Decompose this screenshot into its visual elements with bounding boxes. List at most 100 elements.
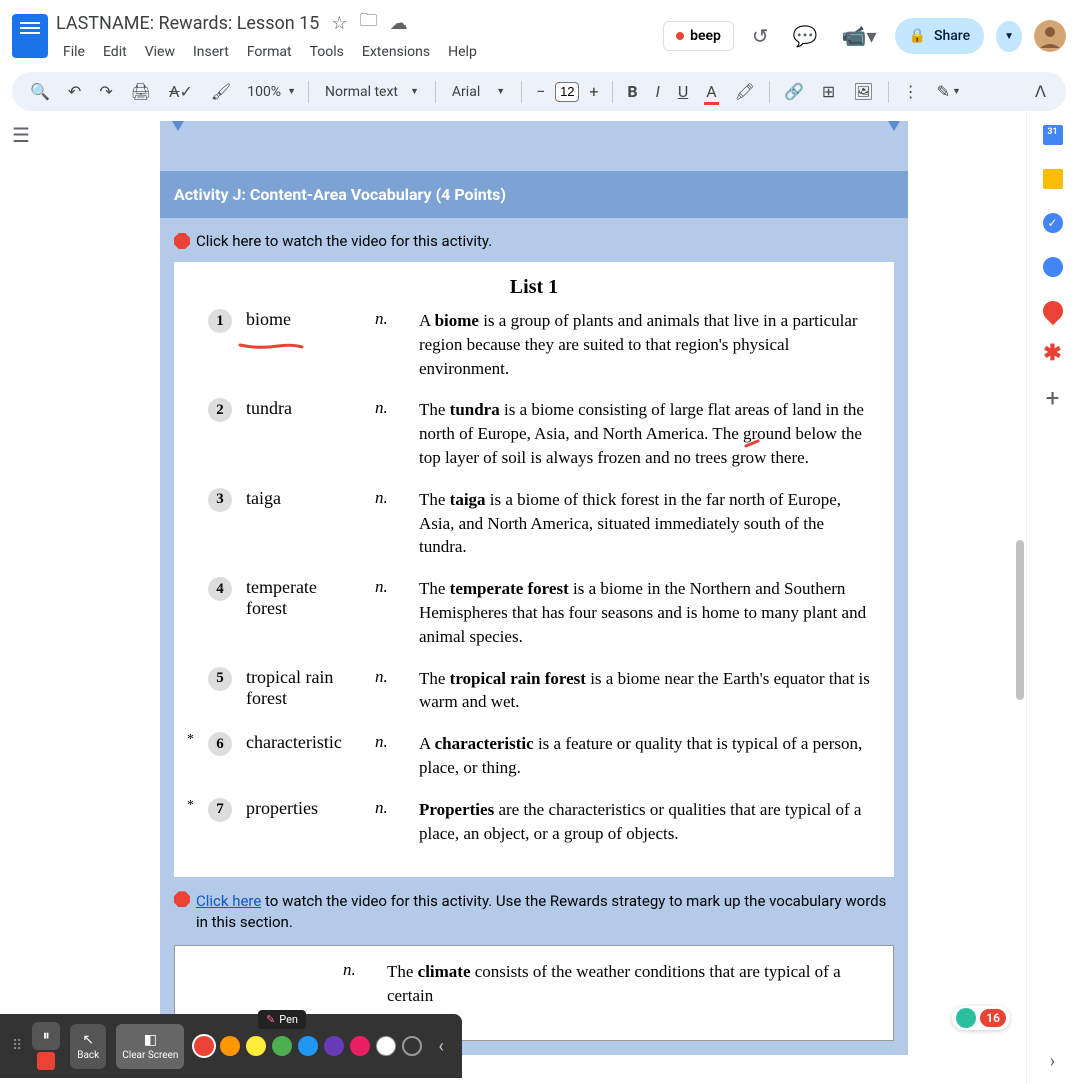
side-panel-collapse-icon[interactable]: › — [1038, 1039, 1067, 1084]
vocab-pos: n. — [343, 960, 373, 980]
peardeck-badge[interactable]: 16 — [952, 1006, 1010, 1030]
stop-record-button[interactable] — [37, 1052, 55, 1070]
beep-button[interactable]: beep — [663, 21, 734, 51]
get-addons-icon[interactable]: + — [1043, 389, 1063, 409]
menu-file[interactable]: File — [56, 40, 92, 64]
move-icon[interactable]: 🗀 — [360, 8, 378, 38]
menu-extensions[interactable]: Extensions — [355, 40, 437, 64]
click-here-link[interactable]: Click here — [196, 892, 261, 910]
menu-help[interactable]: Help — [441, 40, 484, 64]
menu-format[interactable]: Format — [240, 40, 299, 64]
vocab-term: properties — [246, 798, 361, 819]
more-icon[interactable]: ⋮ — [895, 76, 927, 107]
color-purple[interactable] — [324, 1036, 344, 1056]
document-canvas[interactable]: Activity J: Content-Area Vocabulary (4 P… — [42, 111, 1026, 1084]
italic-icon[interactable]: I — [648, 76, 668, 107]
spellcheck-icon[interactable]: A✓ — [161, 76, 201, 107]
star-icon[interactable]: ☆ — [331, 13, 347, 34]
history-icon[interactable]: ↺ — [746, 18, 775, 54]
scrollbar-thumb[interactable] — [1016, 540, 1024, 700]
vocab-row: 3 taiga n. The taiga is a biome of thick… — [198, 488, 870, 559]
bold-icon[interactable]: B — [619, 76, 645, 107]
undo-icon[interactable]: ↶ — [60, 76, 89, 107]
menu-tools[interactable]: Tools — [303, 40, 351, 64]
color-orange[interactable] — [220, 1036, 240, 1056]
print-icon[interactable]: 🖨 — [123, 76, 159, 107]
tasks-sideapp-icon[interactable] — [1043, 213, 1063, 233]
color-gray[interactable] — [402, 1036, 422, 1056]
menu-edit[interactable]: Edit — [96, 40, 134, 64]
clear-screen-button[interactable]: ◧ Clear Screen — [116, 1024, 184, 1069]
font-family-select[interactable]: Arial▼ — [442, 80, 515, 104]
font-size-increase[interactable]: + — [581, 76, 606, 107]
beep-label: beep — [690, 28, 721, 44]
comments-icon[interactable]: 💬 — [787, 18, 824, 54]
insert-image-icon[interactable]: 🖼 — [845, 76, 881, 107]
add-comment-icon[interactable]: ⊞ — [814, 76, 843, 107]
redo-icon[interactable]: ↷ — [91, 76, 120, 107]
vocab-term: taiga — [246, 488, 361, 509]
color-white[interactable] — [376, 1036, 396, 1056]
highlight-icon[interactable]: 🖍 — [727, 76, 763, 107]
underline-icon[interactable]: U — [670, 76, 696, 107]
color-red[interactable] — [194, 1036, 214, 1056]
share-dropdown[interactable]: ▼ — [996, 21, 1022, 52]
text-color-icon[interactable]: A — [698, 76, 724, 107]
stop-sign-icon — [174, 233, 190, 249]
ruler-indent-marker[interactable] — [172, 121, 184, 131]
paint-format-icon[interactable]: 🖌 — [203, 76, 239, 107]
maps-sideapp-icon[interactable] — [1038, 297, 1066, 325]
vocab-star: * — [184, 798, 194, 814]
vocab-number: 2 — [208, 398, 232, 422]
menu-bar: File Edit View Insert Format Tools Exten… — [56, 40, 655, 64]
pear-count: 16 — [980, 1009, 1006, 1027]
main-container: ☰ Activity J: Content-Area Vocabulary (4… — [0, 111, 1078, 1084]
color-palette — [194, 1036, 422, 1056]
vocab-pos: n. — [375, 577, 405, 597]
menu-view[interactable]: View — [138, 40, 182, 64]
pen-icon: ✎ — [266, 1013, 275, 1026]
meet-icon[interactable]: 📹▾ — [836, 18, 883, 54]
ruler-right-marker[interactable] — [888, 121, 900, 131]
vocab-row: 1 biome n. A biome is a group of plants … — [198, 309, 870, 380]
color-blue[interactable] — [298, 1036, 318, 1056]
cloud-status-icon[interactable]: ☁ — [390, 13, 408, 34]
stop-sign-icon — [174, 891, 190, 907]
color-yellow[interactable] — [246, 1036, 266, 1056]
collapse-toolbar-icon[interactable]: ᐱ — [1025, 76, 1056, 107]
back-tool-button[interactable]: ↖ Back — [70, 1024, 106, 1069]
outline-toggle-icon[interactable]: ☰ — [0, 111, 42, 159]
color-green[interactable] — [272, 1036, 292, 1056]
format-toolbar: 🔍 ↶ ↷ 🖨 A✓ 🖌 100%▼ Normal text▼ Arial▼ −… — [12, 72, 1066, 111]
menu-insert[interactable]: Insert — [186, 40, 236, 64]
vocab-row: 2 tundra n. The tundra is a biome consis… — [198, 398, 870, 469]
vocab-row: * 6 characteristic n. A characteristic i… — [198, 732, 870, 780]
font-size-input[interactable] — [555, 82, 579, 102]
color-pink[interactable] — [350, 1036, 370, 1056]
editing-mode-icon[interactable]: ✎▼ — [929, 76, 969, 107]
zoom-select[interactable]: 100%▼ — [241, 80, 302, 104]
document-title[interactable]: LASTNAME: Rewards: Lesson 15 — [56, 13, 319, 34]
insert-link-icon[interactable]: 🔗 — [776, 76, 812, 107]
scrollbar[interactable] — [1016, 400, 1024, 760]
addon-sideapp-icon[interactable]: ✱ — [1043, 345, 1063, 365]
vocab-definition: Properties are the characteristics or qu… — [419, 798, 870, 846]
pause-button[interactable]: ⏸ — [32, 1022, 60, 1050]
docs-logo-icon[interactable] — [12, 14, 48, 58]
user-avatar[interactable] — [1034, 20, 1066, 52]
pen-annotation-mark — [744, 433, 762, 443]
vocab-pos: n. — [375, 488, 405, 508]
record-controls: ⏸ — [32, 1022, 60, 1070]
keep-sideapp-icon[interactable] — [1043, 169, 1063, 189]
contacts-sideapp-icon[interactable] — [1043, 257, 1063, 277]
ruler[interactable] — [160, 121, 908, 133]
vocab-term: tundra — [246, 398, 361, 419]
paragraph-style-select[interactable]: Normal text▼ — [315, 80, 429, 104]
search-icon[interactable]: 🔍 — [22, 76, 58, 107]
vocab-star: * — [184, 732, 194, 748]
drag-handle-icon[interactable]: ⠿ — [12, 1038, 22, 1054]
font-size-decrease[interactable]: − — [528, 76, 553, 107]
annot-collapse-icon[interactable]: ‹ — [432, 1036, 449, 1057]
share-button[interactable]: 🔒 Share — [895, 18, 985, 54]
calendar-sideapp-icon[interactable] — [1043, 125, 1063, 145]
